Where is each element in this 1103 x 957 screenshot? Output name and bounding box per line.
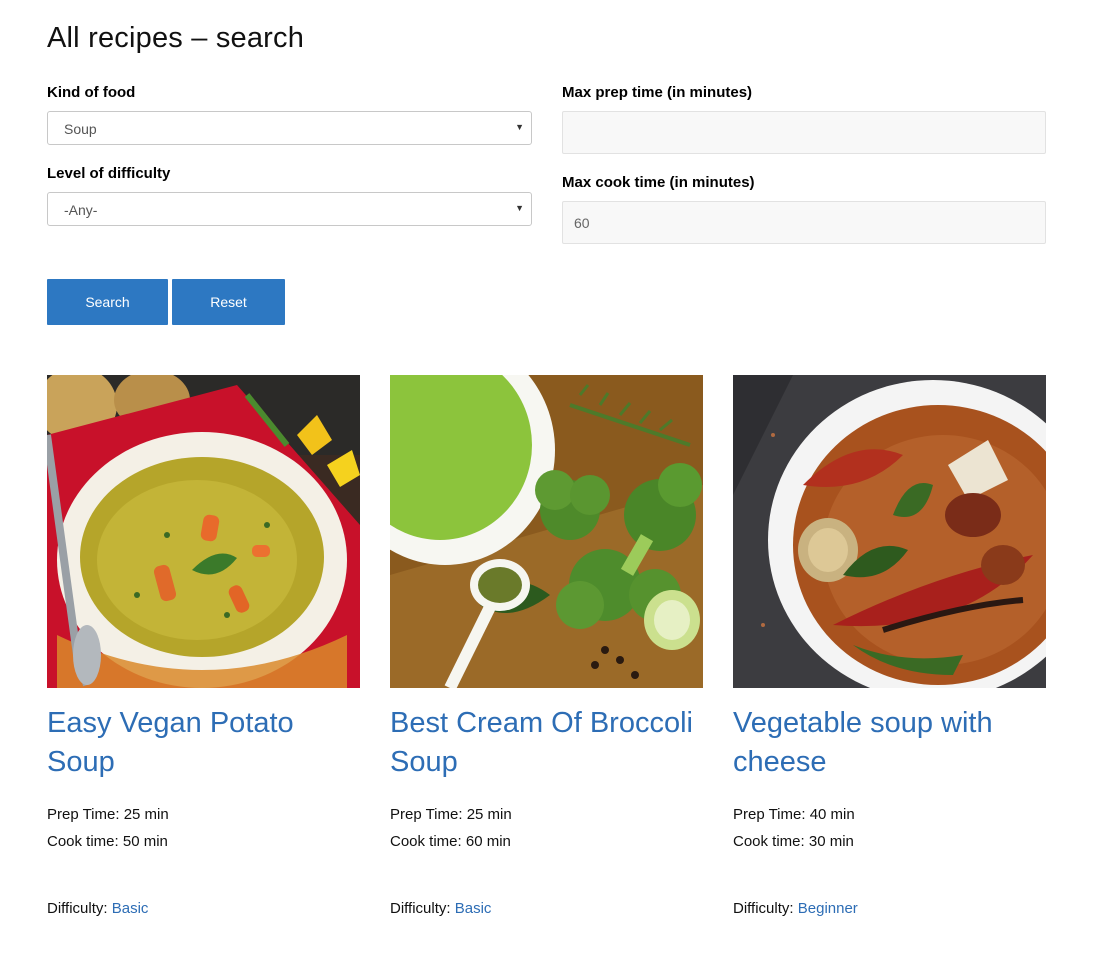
recipe-title-link[interactable]: Vegetable soup with cheese: [733, 704, 1046, 782]
chevron-down-icon: ▼: [515, 122, 524, 132]
cook-time: Cook time: 60 min: [390, 833, 511, 850]
cook-time: Cook time: 50 min: [47, 833, 168, 850]
kind-of-food-value: Soup: [64, 121, 97, 137]
recipe-image-broccoli-soup[interactable]: [390, 375, 703, 688]
cook-time: Cook time: 30 min: [733, 833, 854, 850]
difficulty-row: Difficulty: Beginner: [733, 900, 858, 917]
recipe-image-vegetable-soup[interactable]: [733, 375, 1046, 688]
prep-time: Prep Time: 25 min: [390, 806, 512, 823]
page-title: All recipes – search: [47, 22, 305, 54]
difficulty-label: Difficulty:: [390, 900, 451, 917]
max-prep-time-label: Max prep time (in minutes): [562, 84, 753, 101]
difficulty-link[interactable]: Basic: [455, 900, 492, 917]
difficulty-link[interactable]: Beginner: [798, 900, 858, 917]
reset-button[interactable]: Reset: [172, 279, 285, 325]
difficulty-row: Difficulty: Basic: [390, 900, 491, 917]
difficulty-label: Difficulty:: [733, 900, 794, 917]
difficulty-select[interactable]: -Any- ▼: [47, 192, 532, 226]
max-cook-time-input[interactable]: [562, 201, 1046, 244]
recipe-title-link[interactable]: Best Cream Of Broccoli Soup: [390, 704, 703, 782]
search-button[interactable]: Search: [47, 279, 168, 325]
max-cook-time-label: Max cook time (in minutes): [562, 174, 755, 191]
chevron-down-icon: ▼: [515, 203, 524, 213]
difficulty-link[interactable]: Basic: [112, 900, 149, 917]
kind-of-food-label: Kind of food: [47, 84, 136, 101]
kind-of-food-select[interactable]: Soup ▼: [47, 111, 532, 145]
max-prep-time-input[interactable]: [562, 111, 1046, 154]
difficulty-value: -Any-: [64, 202, 98, 218]
prep-time: Prep Time: 25 min: [47, 806, 169, 823]
difficulty-row: Difficulty: Basic: [47, 900, 148, 917]
recipe-title-link[interactable]: Easy Vegan Potato Soup: [47, 704, 360, 782]
difficulty-label: Difficulty:: [47, 900, 108, 917]
difficulty-label: Level of difficulty: [47, 165, 171, 182]
prep-time: Prep Time: 40 min: [733, 806, 855, 823]
recipe-image-potato-soup[interactable]: [47, 375, 360, 688]
